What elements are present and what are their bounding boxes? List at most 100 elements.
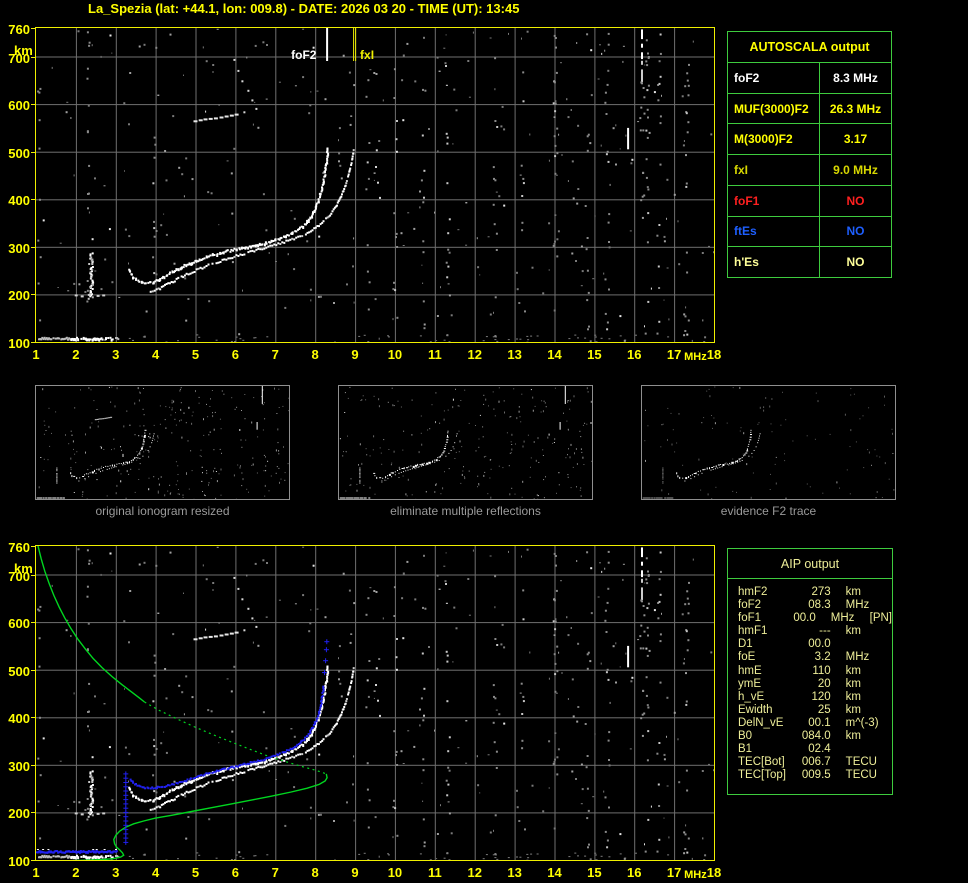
aip-table-title: AIP output — [728, 549, 892, 579]
thumbnail-eliminate-reflections — [338, 385, 593, 501]
aip-row-b1: B1 02.4 — [738, 743, 831, 756]
y-axis-label-200: 200 — [8, 806, 30, 822]
y-axis-tick — [31, 622, 36, 624]
x-axis-label-12: 12 — [467, 865, 482, 880]
param-label: ftEs — [728, 216, 820, 247]
aip-row-tecbot: TEC[Bot] 006.7 TECU — [738, 756, 877, 769]
x-axis-label-16: 16 — [627, 865, 642, 880]
x-axis-label-7: 7 — [271, 865, 279, 880]
autoscala-row-m3000f2: M(3000)F2 3.17 — [728, 123, 891, 155]
x-axis-label-5: 5 — [191, 865, 200, 880]
x-axis-label-14: 14 — [547, 865, 562, 880]
y-axis-tick — [31, 294, 36, 296]
x-axis-label-6: 6 — [231, 865, 240, 880]
thumbnail-evidence-f2-trace — [641, 385, 896, 500]
thumbnail-caption-3: evidence F2 trace — [720, 504, 817, 518]
thumbnail-caption-2: eliminate multiple reflections — [390, 504, 541, 518]
aip-row-hme: hmE 110 km — [738, 664, 862, 677]
param-label: foF1 — [728, 185, 820, 216]
aip-row-hmf2: hmF2 273 km — [738, 586, 862, 598]
param-value: 8.3 MHz — [833, 70, 878, 85]
y-axis-tick — [31, 717, 36, 719]
aip-row-fof2: foF2 08.3 MHz — [738, 599, 870, 612]
aip-output-table: AIP output hmF2 273 km foF2 08.3 MHz foF1 00.0 M… — [727, 548, 893, 795]
x-axis-label-15: 15 — [587, 347, 602, 362]
x-axis-label-2: 2 — [72, 865, 80, 880]
x-axis-unit-mhz: MHz — [684, 869, 707, 881]
autoscala-row-muf3000f2: MUF(3000)F2 26.3 MHz — [728, 92, 891, 124]
x-axis-label-5: 5 — [191, 347, 200, 362]
y-axis-label-300: 300 — [8, 240, 30, 256]
x-axis-label-1: 1 — [32, 865, 40, 880]
x-axis-label-15: 15 — [587, 865, 602, 880]
y-axis-label-300: 300 — [8, 758, 30, 774]
aip-row-d1: D1 00.0 — [738, 638, 831, 651]
aip-row-hmf1: hmF1 --- km — [738, 625, 862, 638]
aip-row-yme: ymE 20 km — [738, 677, 862, 690]
x-axis-label-11: 11 — [427, 865, 442, 880]
y-axis-label-400: 400 — [8, 193, 30, 209]
x-axis-label-9: 9 — [351, 347, 359, 362]
page-title: La_Spezia (lat: +44.1, lon: 009.8) - DAT… — [88, 1, 520, 16]
svg-text:fxI: fxI — [360, 48, 374, 62]
aip-row-foe: foE 3.2 MHz — [738, 651, 870, 664]
x-axis-label-11: 11 — [427, 347, 442, 362]
y-axis-tick — [31, 28, 36, 29]
y-axis-unit-km: km — [14, 43, 33, 58]
y-axis-tick — [31, 246, 36, 248]
param-label: h'Es — [728, 247, 820, 278]
x-axis-label-16: 16 — [627, 347, 642, 362]
x-axis-label-12: 12 — [467, 347, 482, 362]
x-axis-label-2: 2 — [72, 347, 80, 362]
top-ionogram-canvas: foF2 fxI — [36, 28, 714, 342]
param-value: 26.3 MHz — [829, 101, 882, 116]
y-axis-label-600: 600 — [8, 616, 30, 632]
autoscala-row-fof1: foF1 NO — [728, 184, 891, 216]
thumbnail-original-ionogram — [35, 385, 290, 500]
x-axis-label-4: 4 — [152, 347, 160, 362]
y-axis-label-500: 500 — [8, 663, 30, 679]
bottom-ionogram-plot — [35, 545, 715, 861]
autoscala-output-table: AUTOSCALA output foF2 8.3 MHz MUF(3000)F2 2… — [727, 31, 892, 278]
param-label: fxI — [728, 155, 820, 185]
x-axis-label-4: 4 — [152, 865, 160, 880]
y-axis-tick — [31, 860, 36, 861]
param-label: foF2 — [728, 63, 820, 93]
aip-row-tectop: TEC[Top] 009.5 TECU — [738, 769, 877, 782]
aip-row-b0: B0 084.0 km — [738, 730, 862, 743]
x-axis-label-8: 8 — [311, 347, 319, 362]
x-axis-label-6: 6 — [231, 347, 240, 362]
x-axis-label-3: 3 — [112, 347, 120, 362]
param-value: NO — [846, 224, 865, 239]
x-axis-label-8: 8 — [311, 865, 319, 880]
autoscala-window: La_Spezia (lat: +44.1, lon: 009.8) - DAT… — [0, 0, 968, 883]
x-axis-label-9: 9 — [351, 865, 359, 880]
aip-row-hve: h_vE 120 km — [738, 690, 862, 703]
y-axis-label-760: 760 — [8, 540, 30, 555]
y-axis-tick — [31, 151, 36, 153]
aip-row-ewidth: Ewidth 25 km — [738, 703, 862, 716]
y-axis-tick — [31, 104, 36, 106]
x-axis-label-13: 13 — [507, 865, 522, 880]
x-axis-label-10: 10 — [387, 865, 403, 880]
param-value: NO — [846, 193, 865, 208]
y-axis-tick — [31, 199, 36, 201]
y-axis-label-500: 500 — [8, 145, 30, 161]
aip-row-delnve: DelN_vE 00.1 m^(-3) — [738, 716, 879, 729]
thumbnail-caption-1: original ionogram resized — [95, 504, 230, 518]
x-axis-label-3: 3 — [112, 865, 120, 880]
y-axis-tick — [31, 669, 36, 671]
x-axis-label-10: 10 — [387, 347, 403, 362]
x-axis-label-7: 7 — [271, 347, 279, 362]
y-axis-tick — [31, 812, 36, 814]
param-value: NO — [846, 255, 865, 270]
autoscala-row-fxi: fxI 9.0 MHz — [728, 154, 891, 185]
autoscala-row-ftes: ftEs NO — [728, 215, 891, 247]
svg-text:foF2: foF2 — [291, 48, 317, 62]
autoscala-row-fof2: foF2 8.3 MHz — [728, 62, 891, 93]
top-ionogram-plot: foF2 fxI — [35, 27, 715, 343]
x-axis-unit-mhz: MHz — [684, 351, 707, 363]
x-axis-label-1: 1 — [32, 347, 40, 362]
aip-row-fof1: foF1 00.0 MHz [PN] — [738, 612, 892, 625]
x-axis-label-17: 17 — [666, 347, 682, 362]
